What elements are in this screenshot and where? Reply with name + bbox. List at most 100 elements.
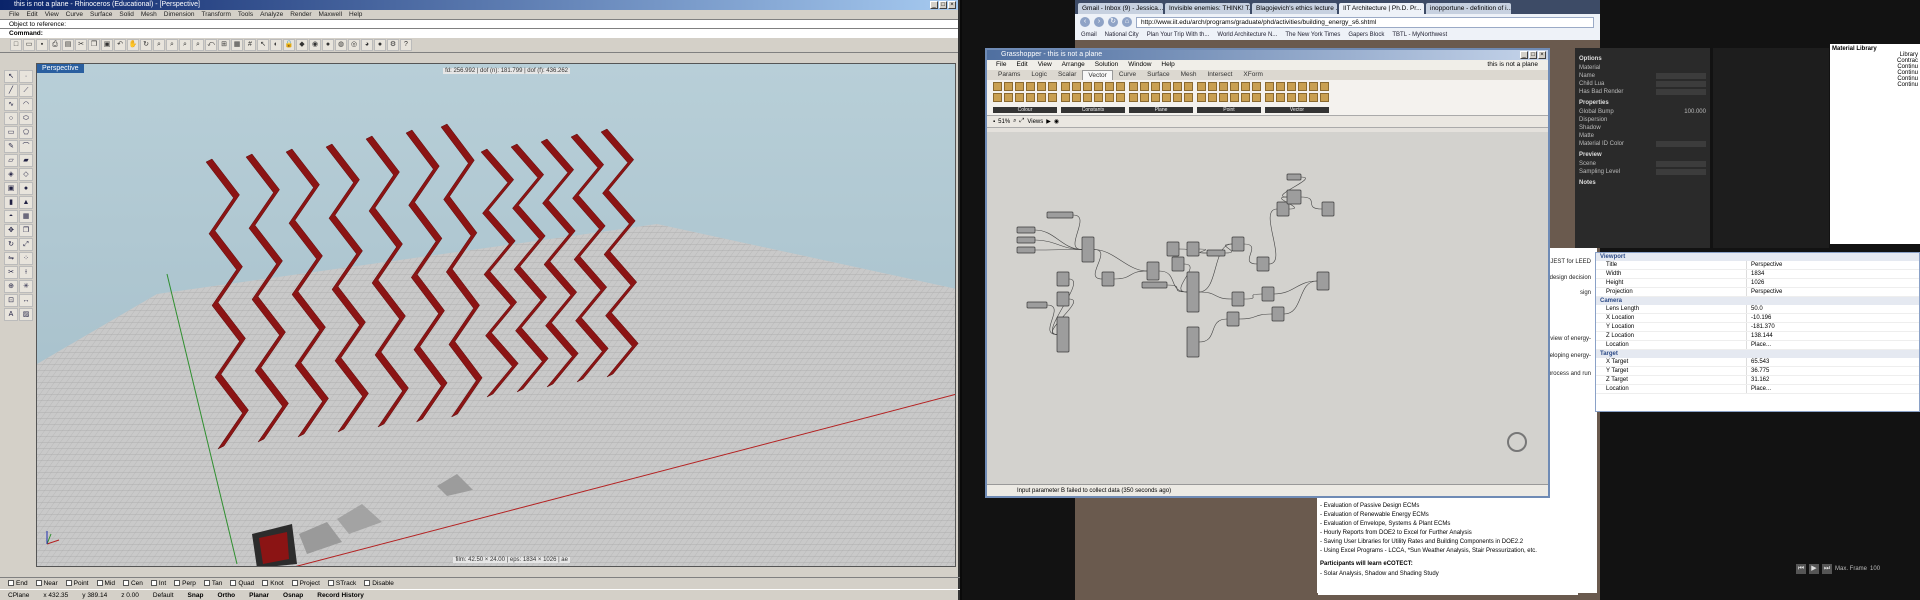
extrude-tool-icon[interactable]: ▰ xyxy=(19,154,33,167)
osnap-project[interactable]: Project xyxy=(291,580,320,587)
forward-icon[interactable]: › xyxy=(1094,17,1104,27)
next-frame-icon[interactable]: ⏭ xyxy=(1822,564,1832,574)
options-icon[interactable]: ⚙ xyxy=(387,39,399,51)
undo-view-icon[interactable]: ⤺ xyxy=(205,39,217,51)
bookmark-nytimes[interactable]: The New York Times xyxy=(1285,30,1340,40)
gh-component-node[interactable] xyxy=(1046,211,1074,219)
properties-icon[interactable]: ▤ xyxy=(62,39,74,51)
menu-help[interactable]: Help xyxy=(349,10,362,19)
bookmark-gmail[interactable]: Gmail xyxy=(1081,30,1097,40)
gh-component-node[interactable] xyxy=(1261,286,1275,302)
hatch-tool-icon[interactable]: ▨ xyxy=(19,308,33,321)
status-ortho[interactable]: Ortho xyxy=(217,592,235,599)
menu-curve[interactable]: Curve xyxy=(66,10,83,19)
menu-maxwell[interactable]: Maxwell xyxy=(319,10,342,19)
copy-icon[interactable]: ❐ xyxy=(88,39,100,51)
gh-component-node[interactable] xyxy=(1231,236,1245,252)
light-icon[interactable]: ◉ xyxy=(309,39,321,51)
zoom-selected-icon[interactable]: ⌕ xyxy=(192,39,204,51)
print-icon[interactable]: ⎙ xyxy=(49,39,61,51)
tab-gmail[interactable]: Gmail - Inbox (9) - Jessica... xyxy=(1078,3,1163,14)
option-row[interactable]: Sampling Level xyxy=(1579,168,1706,176)
join-tool-icon[interactable]: ⊕ xyxy=(4,280,18,293)
global-bump-row[interactable]: Global Bump 100.000 xyxy=(1579,108,1706,116)
gh-tab-vector[interactable]: Vector xyxy=(1082,70,1113,80)
gh-menu-arrange[interactable]: Arrange xyxy=(1062,60,1085,70)
save-icon[interactable]: ▪ xyxy=(36,39,48,51)
sweep-tool-icon[interactable]: ◇ xyxy=(19,168,33,181)
status-snap[interactable]: Snap xyxy=(188,592,204,599)
dimension-tool-icon[interactable]: ↔ xyxy=(19,294,33,307)
menu-file[interactable]: File xyxy=(9,10,19,19)
sphere-tool-icon[interactable]: ● xyxy=(19,182,33,195)
select-icon[interactable]: ↖ xyxy=(257,39,269,51)
status-planar[interactable]: Planar xyxy=(249,592,269,599)
menu-analyze[interactable]: Analyze xyxy=(260,10,283,19)
gh-views-menu[interactable]: Views xyxy=(1027,119,1043,125)
menu-tools[interactable]: Tools xyxy=(238,10,253,19)
gh-tab-curve[interactable]: Curve xyxy=(1114,70,1141,80)
prop-row[interactable]: X Location -10.196 xyxy=(1596,314,1919,323)
gh-component-node[interactable] xyxy=(1056,316,1070,353)
prop-row[interactable]: X Target 65.543 xyxy=(1596,358,1919,367)
option-flag[interactable]: Shadow xyxy=(1579,124,1706,132)
bookmark-world-architecture[interactable]: World Architecture N... xyxy=(1217,30,1277,40)
gh-component-node[interactable] xyxy=(1101,271,1115,287)
prop-row[interactable]: Z Location 138.144 xyxy=(1596,332,1919,341)
status-record-history[interactable]: Record History xyxy=(317,592,364,599)
osnap-near[interactable]: Near xyxy=(35,580,58,587)
gh-menu-file[interactable]: File xyxy=(996,60,1006,70)
zoom-window-icon[interactable]: ⌕ xyxy=(166,39,178,51)
prop-row[interactable]: Location Place... xyxy=(1596,385,1919,394)
prop-row[interactable]: Height 1026 xyxy=(1596,279,1919,288)
osnap-quad[interactable]: Quad xyxy=(230,580,254,587)
lock-icon[interactable]: 🔒 xyxy=(283,39,295,51)
tab-blagojevich[interactable]: Blagojevich's ethics lecture ... xyxy=(1252,3,1337,14)
material-icon[interactable]: ◕ xyxy=(361,39,373,51)
zoom-icon[interactable]: ⌕ xyxy=(153,39,165,51)
gh-document-name[interactable]: this is not a plane xyxy=(1487,60,1538,70)
polyline-tool-icon[interactable]: ⟋ xyxy=(19,84,33,97)
gh-menu-window[interactable]: Window xyxy=(1128,60,1151,70)
explode-tool-icon[interactable]: ✳ xyxy=(19,280,33,293)
gh-component-node[interactable] xyxy=(1226,311,1240,327)
osnap-knot[interactable]: Knot xyxy=(262,580,284,587)
menu-mesh[interactable]: Mesh xyxy=(141,10,157,19)
rendered-icon[interactable]: ◍ xyxy=(335,39,347,51)
menu-render[interactable]: Render xyxy=(290,10,311,19)
box-tool-icon[interactable]: ▣ xyxy=(4,182,18,195)
sphere-icon[interactable]: ● xyxy=(374,39,386,51)
shaded-icon[interactable]: ● xyxy=(322,39,334,51)
address-bar[interactable]: http://www.iit.edu/arch/programs/graduat… xyxy=(1136,16,1594,28)
gh-component-node[interactable] xyxy=(1146,261,1160,281)
gh-menu-view[interactable]: View xyxy=(1038,60,1052,70)
gh-component-node[interactable] xyxy=(1056,271,1070,287)
gh-component-node[interactable] xyxy=(1286,189,1302,205)
prop-row[interactable]: Location Place... xyxy=(1596,341,1919,350)
cylinder-tool-icon[interactable]: ▮ xyxy=(4,196,18,209)
bookmark-tbtl[interactable]: TBTL - MyNorthwest xyxy=(1392,30,1447,40)
grid-icon[interactable]: # xyxy=(244,39,256,51)
back-icon[interactable]: ‹ xyxy=(1080,17,1090,27)
menu-solid[interactable]: Solid xyxy=(119,10,133,19)
gh-component-node[interactable] xyxy=(1056,291,1070,307)
help-icon[interactable]: ? xyxy=(400,39,412,51)
pan-icon[interactable]: ✋ xyxy=(127,39,139,51)
rotate-view-icon[interactable]: ↻ xyxy=(140,39,152,51)
gh-maximize-button[interactable]: □ xyxy=(1529,51,1537,59)
gh-component-node[interactable] xyxy=(1016,246,1036,254)
move-tool-icon[interactable]: ✥ xyxy=(4,224,18,237)
option-flag[interactable]: Material ID Color xyxy=(1579,140,1706,148)
option-row[interactable]: Has Bad Render xyxy=(1579,88,1706,96)
gh-component-node[interactable] xyxy=(1016,236,1036,244)
gh-solve-icon[interactable]: ▶ xyxy=(1046,118,1051,125)
arc-tool-icon[interactable]: ◠ xyxy=(19,98,33,111)
gh-tab-intersect[interactable]: Intersect xyxy=(1202,70,1237,80)
option-flag[interactable]: Dispersion xyxy=(1579,116,1706,124)
menu-transform[interactable]: Transform xyxy=(202,10,231,19)
gh-zoom-icon[interactable]: ⌕ xyxy=(1013,118,1016,125)
prop-row[interactable]: Lens Length 50.0 xyxy=(1596,305,1919,314)
hide-icon[interactable]: ◐ xyxy=(270,39,282,51)
close-button[interactable]: × xyxy=(948,1,956,9)
copy-tool-icon[interactable]: ❐ xyxy=(19,224,33,237)
